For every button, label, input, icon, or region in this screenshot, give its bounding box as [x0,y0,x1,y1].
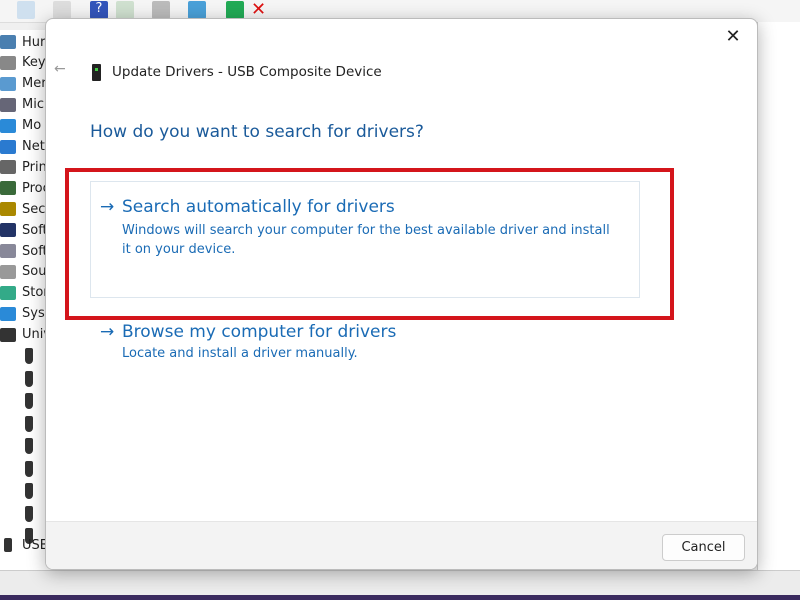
dialog-footer: Cancel [46,521,757,569]
device-manager-pane [757,22,800,570]
tree-item[interactable]: Mo [0,116,41,136]
device-category-icon [0,264,16,279]
device-category-icon [0,202,16,217]
option-description: Windows will search your computer for th… [122,223,610,257]
device-category-icon [0,97,16,112]
tree-item[interactable]: Sou [0,262,46,282]
search-automatically-option[interactable]: → Search automatically for drivers Window… [100,197,620,259]
device-category-icon [0,160,16,175]
option-title: Search automatically for drivers [122,197,395,217]
usb-device-icon [92,64,101,81]
device-category-icon [0,181,16,196]
tree-item[interactable]: Soft [0,220,48,240]
device-category-icon [0,223,16,238]
usb-icon[interactable] [25,438,33,454]
tree-item-label: Net [22,139,45,154]
device-category-icon [0,35,16,49]
device-category-icon [0,306,16,321]
tree-item-label: Mer [22,76,47,92]
tree-item[interactable]: Net [0,137,45,157]
tree-item-label: Soft [22,243,48,259]
device-category-icon [0,118,16,133]
usb-icon[interactable] [25,393,33,409]
page-heading: How do you want to search for drivers? [90,122,424,142]
device-category-icon [0,139,16,154]
update-drivers-dialog: ✕ ← Update Drivers - USB Composite Devic… [45,18,758,570]
uninstall-icon[interactable]: ✕ [251,1,269,19]
option-description: Locate and install a driver manually. [122,346,358,361]
view-icon[interactable] [116,1,134,19]
scan-hardware-icon[interactable] [188,1,206,19]
usb-icon[interactable] [25,483,33,499]
tree-item[interactable]: Prin [0,157,47,177]
usb-icon[interactable] [25,460,33,477]
tree-item-label: Sou [22,264,47,280]
tree-item-label: Prin [22,159,47,175]
option-title: Browse my computer for drivers [122,322,397,342]
tree-item-label: Sec [22,201,46,217]
tree-item[interactable]: Sec [0,199,45,219]
tree-item[interactable]: Syst [0,304,50,324]
back-arrow-icon[interactable]: ← [54,61,66,77]
tree-item[interactable]: Soft [0,241,48,261]
device-category-icon [0,327,16,342]
arrow-right-icon: → [100,322,115,342]
usb-icon[interactable] [25,505,33,522]
tree-item-label: Mic [22,97,44,113]
tree-item[interactable]: Univ [0,325,51,345]
cancel-button[interactable]: Cancel [662,534,745,561]
device-category-icon [0,55,16,70]
device-category-icon [0,244,16,258]
help-icon[interactable]: ? [90,1,108,19]
document-icon[interactable] [53,1,71,19]
enable-device-icon[interactable] [226,1,244,19]
tree-item[interactable]: Stor [0,283,49,303]
arrow-right-icon: → [100,197,115,217]
device-category-icon [0,285,16,300]
tree-item[interactable]: USB [0,535,49,555]
usb-icon [4,538,12,552]
tree-item-label: Mo [22,118,42,134]
close-button[interactable]: ✕ [719,25,747,49]
tree-item[interactable]: Hur [0,32,45,52]
status-bar [0,570,800,596]
dialog-title: Update Drivers - USB Composite Device [112,64,382,80]
browse-computer-option[interactable]: → Browse my computer for drivers Locate a… [100,322,620,363]
tree-item[interactable]: Mer [0,74,47,94]
tree-item-label: Key [22,55,46,71]
tree-item[interactable]: Mic [0,95,44,115]
taskbar-edge [0,595,800,600]
properties-icon[interactable] [17,1,35,19]
usb-icon[interactable] [25,415,33,432]
tree-item-label: Soft [22,222,48,238]
tree-item[interactable]: Proc [0,178,50,198]
update-driver-icon[interactable] [152,1,170,19]
device-category-icon [0,76,16,91]
tree-item[interactable]: Key [0,53,46,73]
usb-icon[interactable] [25,348,33,364]
usb-icon[interactable] [25,370,33,387]
tree-item-label: Hur [22,34,46,50]
